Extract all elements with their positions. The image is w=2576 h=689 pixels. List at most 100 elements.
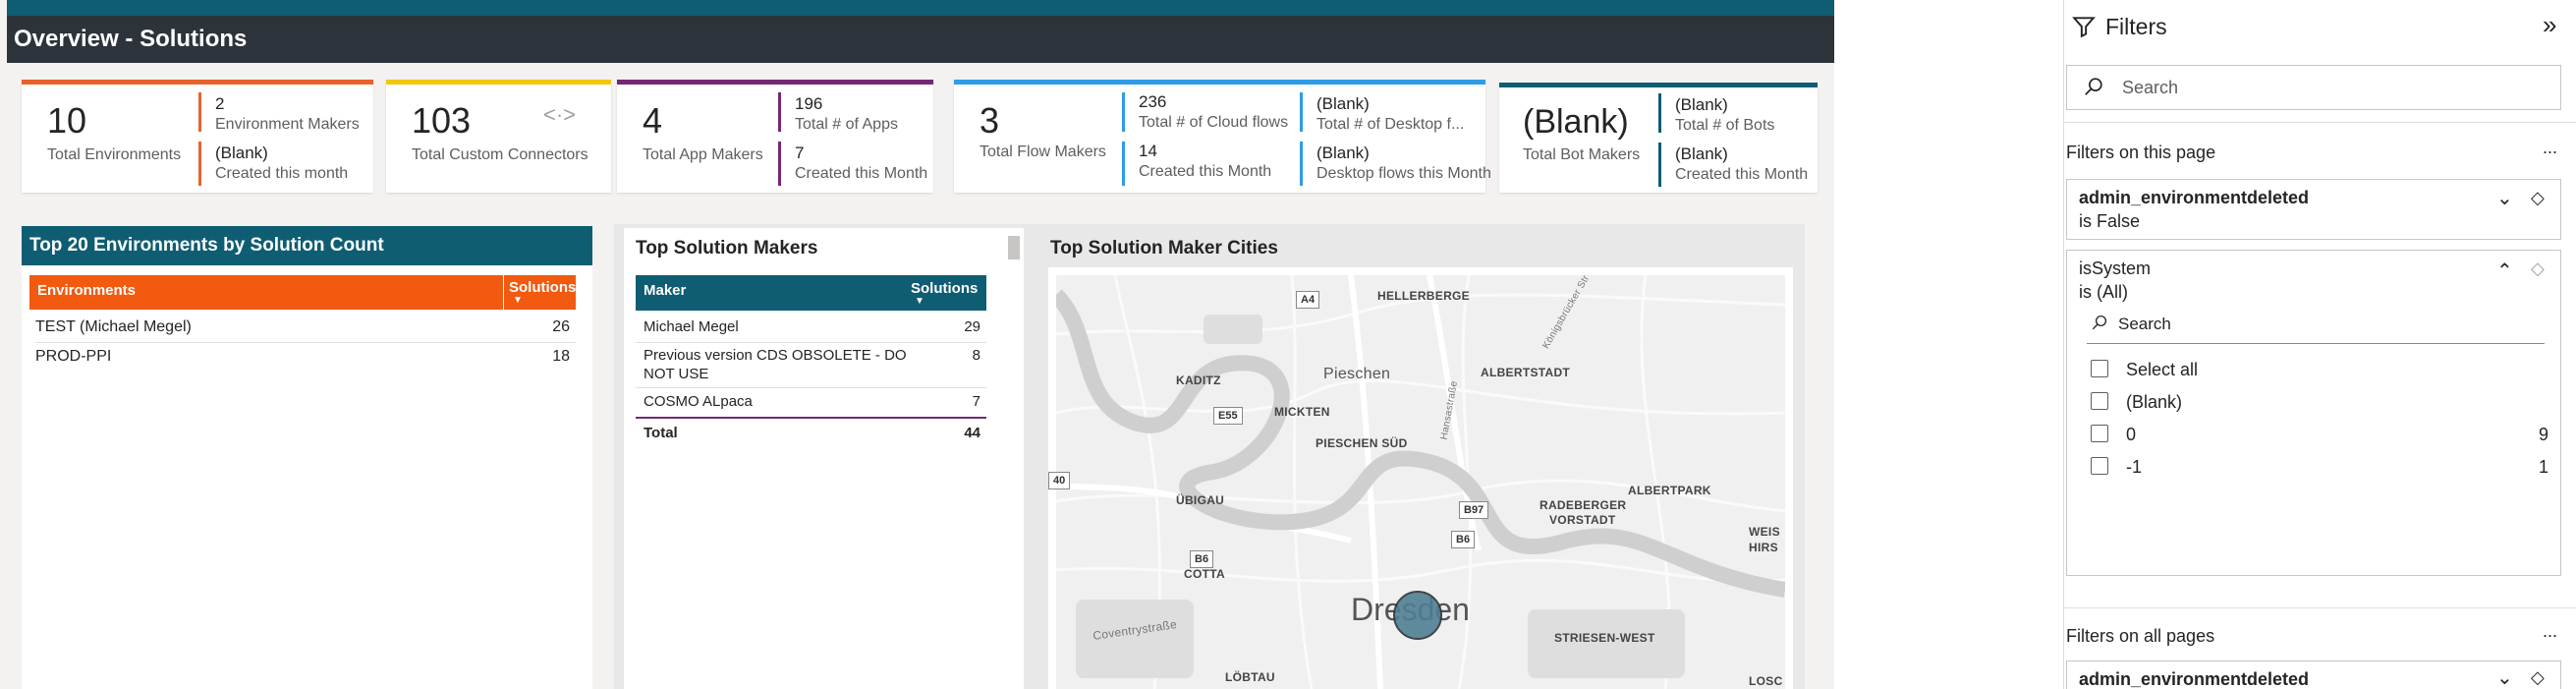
option-label: Select all [2126,360,2199,379]
map-label-weis: WEIS [1749,525,1780,539]
kpi-bot-makers-value: (Blank) [1523,103,1629,141]
map-label-vorstadt: VORSTADT [1549,513,1616,527]
makers-table-title: Top Solution Makers [636,238,818,258]
kpi-divider [1122,142,1125,186]
map-frame[interactable]: HELLERBERGE KADITZ Pieschen ALBERTSTADT … [1048,267,1793,689]
section-divider [2064,607,2576,608]
table-row[interactable]: TEST (Michael Megel) 26 [35,315,576,342]
map-label-lobtau: LÖBTAU [1225,670,1275,684]
filters-pane: Filters » Search Filters on this page ..… [2063,0,2576,689]
checkbox[interactable] [2091,425,2108,442]
kpi-connectors-value: 103 [412,100,472,141]
map-label-ubigau: ÜBIGAU [1176,493,1225,507]
sort-desc-icon: ▼ [915,296,924,307]
chevron-up-icon[interactable]: ⌃ [2496,258,2513,283]
filter-name: admin_environmentdeleted [2079,188,2310,207]
filter-card-environmentdeleted-all[interactable]: admin_environmentdeleted ⌄ ◇ [2066,660,2561,689]
filter-card-environmentdeleted[interactable]: admin_environmentdeleted is False ⌄ ◇ [2066,179,2561,240]
kpi-card-connectors[interactable]: 103 <·> Total Custom Connectors [386,80,611,193]
elbe-river [1056,289,1785,598]
table-row[interactable]: Michael Megel 29 [644,315,980,342]
road-shield-a4: A4 [1296,291,1320,309]
city-bubble-dresden[interactable] [1393,591,1442,640]
map-label-hellerberge: HELLERBERGE [1377,289,1470,303]
map-label-mickten: MICKTEN [1274,405,1330,419]
table-row[interactable]: Previous version CDS OBSOLETE - DO NOT U… [644,344,980,387]
env-name: TEST (Michael Megel) [35,318,192,335]
clear-filter-icon[interactable]: ◇ [2531,667,2545,688]
column-header-solutions[interactable]: Solutions [509,279,576,296]
filter-funnel-icon [2071,14,2097,44]
kpi-bots-month-value: (Blank) [1675,144,1728,163]
kpi-apps-month-label: Created this Month [795,165,928,182]
column-header-maker[interactable]: Maker [644,282,686,299]
option-count: 1 [2538,457,2548,477]
kpi-cloud-month-label: Created this Month [1139,163,1272,180]
filter-option-select-all[interactable]: Select all [2091,357,2548,384]
kpi-card-apps[interactable]: 4 Total App Makers 196 Total # of Apps 7… [617,80,933,193]
canvas-blank-area [1834,0,2063,689]
checkbox[interactable] [2091,457,2108,475]
road-shield-40: 40 [1048,472,1071,489]
makers-table-panel[interactable]: Top Solution Makers Maker Solutions ▼ Mi… [624,228,1024,689]
clear-filter-icon[interactable]: ◇ [2531,258,2545,279]
map-panel[interactable]: Top Solution Maker Cities HELLERBERGE KA… [1032,228,1805,689]
maker-solutions: 29 [964,318,980,335]
maker-name: Michael Megel [644,318,739,335]
filter-option-minus1[interactable]: -1 1 [2091,454,2548,482]
total-divider [636,417,986,419]
kpi-desktop-month-value: (Blank) [1316,144,1370,162]
kpi-divider [1300,92,1303,132]
option-count: 9 [2538,425,2548,444]
kpi-divider [778,92,781,132]
env-name: PROD-PPI [35,348,112,365]
filter-option-blank[interactable]: (Blank) [2091,389,2548,417]
filter-option-0[interactable]: 0 9 [2091,422,2548,449]
filters-search-box[interactable]: Search [2066,65,2561,110]
more-options-icon[interactable]: ... [2543,138,2557,158]
kpi-card-bots[interactable]: (Blank) Total Bot Makers (Blank) Total #… [1499,83,1818,193]
map-title: Top Solution Maker Cities [1050,238,1278,258]
kpi-bot-makers-label: Total Bot Makers [1523,146,1641,163]
kpi-divider [1300,142,1303,186]
kpi-card-environments[interactable]: 10 Total Environments 2 Environment Make… [22,80,373,193]
clear-filter-icon[interactable]: ◇ [2531,188,2545,208]
maker-name-line2: NOT USE [644,366,709,382]
sort-desc-icon: ▼ [513,295,523,306]
report-canvas: Overview - Solutions 10 Total Environmen… [0,0,2576,689]
search-underline [2087,343,2545,344]
filter-state: is False [2079,211,2141,231]
map-label-hirs: HIRS [1749,541,1778,554]
filter-card-issystem[interactable]: isSystem is (All) ⌃ ◇ Search Select all … [2066,250,2561,576]
kpi-connectors-label: Total Custom Connectors [412,146,588,163]
scrollbar-handle[interactable] [1008,236,1020,259]
kpi-desktop-flows-value: (Blank) [1316,94,1370,113]
kpi-card-flows[interactable]: 3 Total Flow Makers 236 Total # of Cloud… [954,80,1491,193]
chevron-down-icon[interactable]: ⌄ [2496,186,2513,210]
column-divider [503,275,504,310]
kpi-bots-month-label: Created this Month [1675,166,1809,183]
kpi-flow-makers-value: 3 [980,100,1000,141]
kpi-divider [1122,92,1125,132]
collapse-pane-icon[interactable]: » [2543,10,2556,40]
environments-table-panel[interactable]: Top 20 Environments by Solution Count En… [22,226,592,689]
checkbox[interactable] [2091,360,2108,377]
chevron-down-icon[interactable]: ⌄ [2496,665,2513,689]
maker-solutions: 8 [972,347,980,364]
more-options-icon[interactable]: ... [2543,621,2557,642]
map-label-cotta: COTTA [1184,567,1225,581]
filter-search-icon [2091,314,2108,336]
table-row[interactable]: PROD-PPI 18 [35,344,576,372]
table-row[interactable]: COSMO ALpaca 7 [644,389,980,417]
environments-table-title: Top 20 Environments by Solution Count [22,226,592,265]
column-header-environments[interactable]: Environments [37,282,136,299]
checkbox[interactable] [2091,392,2108,410]
kpi-app-makers-value: 4 [643,100,663,141]
kpi-cloud-month-value: 14 [1139,142,1157,160]
table-total-row: Total 44 [644,421,980,448]
filter-search-input[interactable]: Search [2118,315,2171,334]
column-header-solutions[interactable]: Solutions [911,280,978,297]
road-shield-b6: B6 [1190,550,1214,568]
road-shield-e55: E55 [1213,407,1243,425]
filter-name: isSystem [2079,258,2152,278]
